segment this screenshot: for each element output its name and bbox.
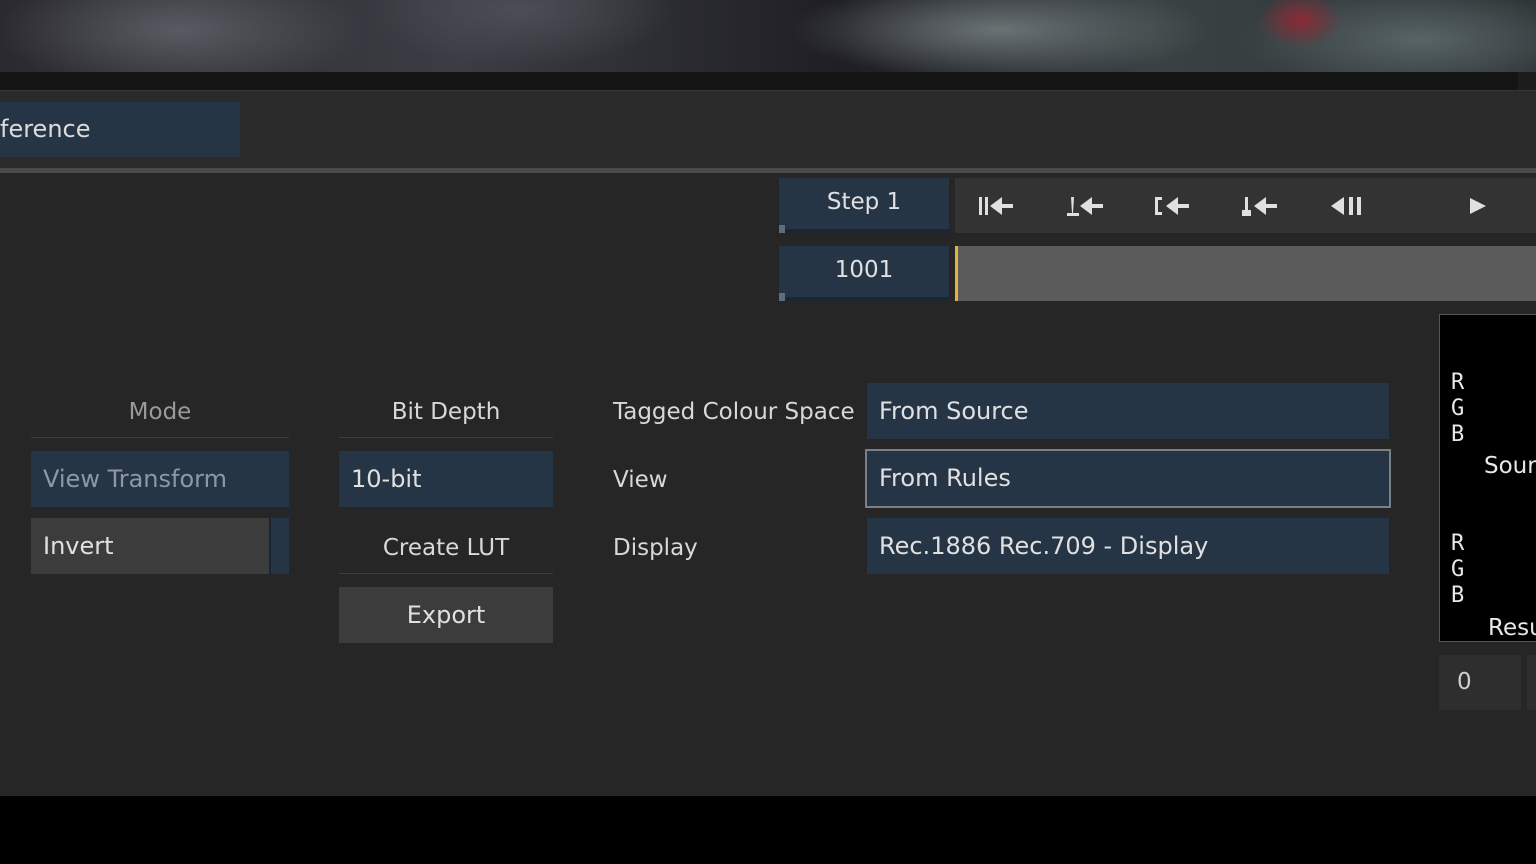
play-button[interactable] <box>1438 178 1518 233</box>
tagged-colour-space-selector[interactable]: From Source <box>867 383 1389 439</box>
result-b-channel: B <box>1451 583 1465 608</box>
mode-header: Mode <box>128 399 192 425</box>
readout-value-field[interactable]: 0 <box>1439 655 1521 710</box>
previous-keyframe-icon <box>1067 196 1103 216</box>
mode-divider <box>31 437 289 438</box>
view-label: View <box>613 467 668 493</box>
tab-reference[interactable]: ference <box>0 102 240 157</box>
frame-number-field[interactable]: 1001 <box>779 246 949 301</box>
display-selector[interactable]: Rec.1886 Rec.709 - Display <box>867 518 1389 574</box>
frame-dropdown-handle <box>779 293 785 301</box>
bit-depth-divider <box>339 437 553 438</box>
timeline-scrubber[interactable] <box>955 246 1536 301</box>
viewer-image[interactable] <box>0 0 1536 72</box>
pixel-readout-panel: R G B Sour R G B Resu <box>1439 314 1536 642</box>
source-b-channel: B <box>1451 422 1465 447</box>
result-r-channel: R <box>1451 531 1465 556</box>
readout-value-field-2[interactable] <box>1527 655 1536 710</box>
source-label: Sour <box>1484 453 1536 479</box>
export-button[interactable]: Export <box>339 587 553 643</box>
view-selector[interactable]: From Rules <box>865 449 1391 508</box>
bottom-bar <box>0 796 1536 864</box>
previous-keyframe-button[interactable] <box>1046 178 1126 233</box>
invert-toggle[interactable]: Invert <box>31 518 269 574</box>
create-lut-divider <box>339 573 553 574</box>
viewer-border <box>0 72 1536 90</box>
step-dropdown-handle <box>779 225 785 233</box>
create-lut-header: Create LUT <box>382 535 510 561</box>
previous-marker-button[interactable] <box>1222 178 1302 233</box>
go-to-start-button[interactable] <box>958 178 1038 233</box>
bracket-left-arrow-icon <box>1155 196 1189 215</box>
mode-selector[interactable]: View Transform <box>31 451 289 507</box>
source-r-channel: R <box>1451 370 1465 395</box>
transport-bar <box>955 178 1536 233</box>
timeline-playhead[interactable] <box>955 246 958 301</box>
bit-depth-selector[interactable]: 10-bit <box>339 451 553 507</box>
bit-depth-header: Bit Depth <box>391 399 501 425</box>
marker-left-arrow-icon <box>1242 196 1277 216</box>
play-icon <box>1470 197 1486 214</box>
source-g-channel: G <box>1451 396 1465 421</box>
invert-toggle-indicator[interactable] <box>269 518 289 574</box>
previous-in-point-button[interactable] <box>1134 178 1214 233</box>
display-label: Display <box>613 535 698 561</box>
result-g-channel: G <box>1451 557 1465 582</box>
tagged-colour-space-label: Tagged Colour Space <box>613 399 855 425</box>
result-label: Resu <box>1488 615 1536 641</box>
step-size-button[interactable]: Step 1 <box>779 178 949 233</box>
step-back-button[interactable] <box>1310 178 1390 233</box>
go-to-start-icon <box>979 196 1013 215</box>
step-back-icon <box>1331 196 1361 215</box>
